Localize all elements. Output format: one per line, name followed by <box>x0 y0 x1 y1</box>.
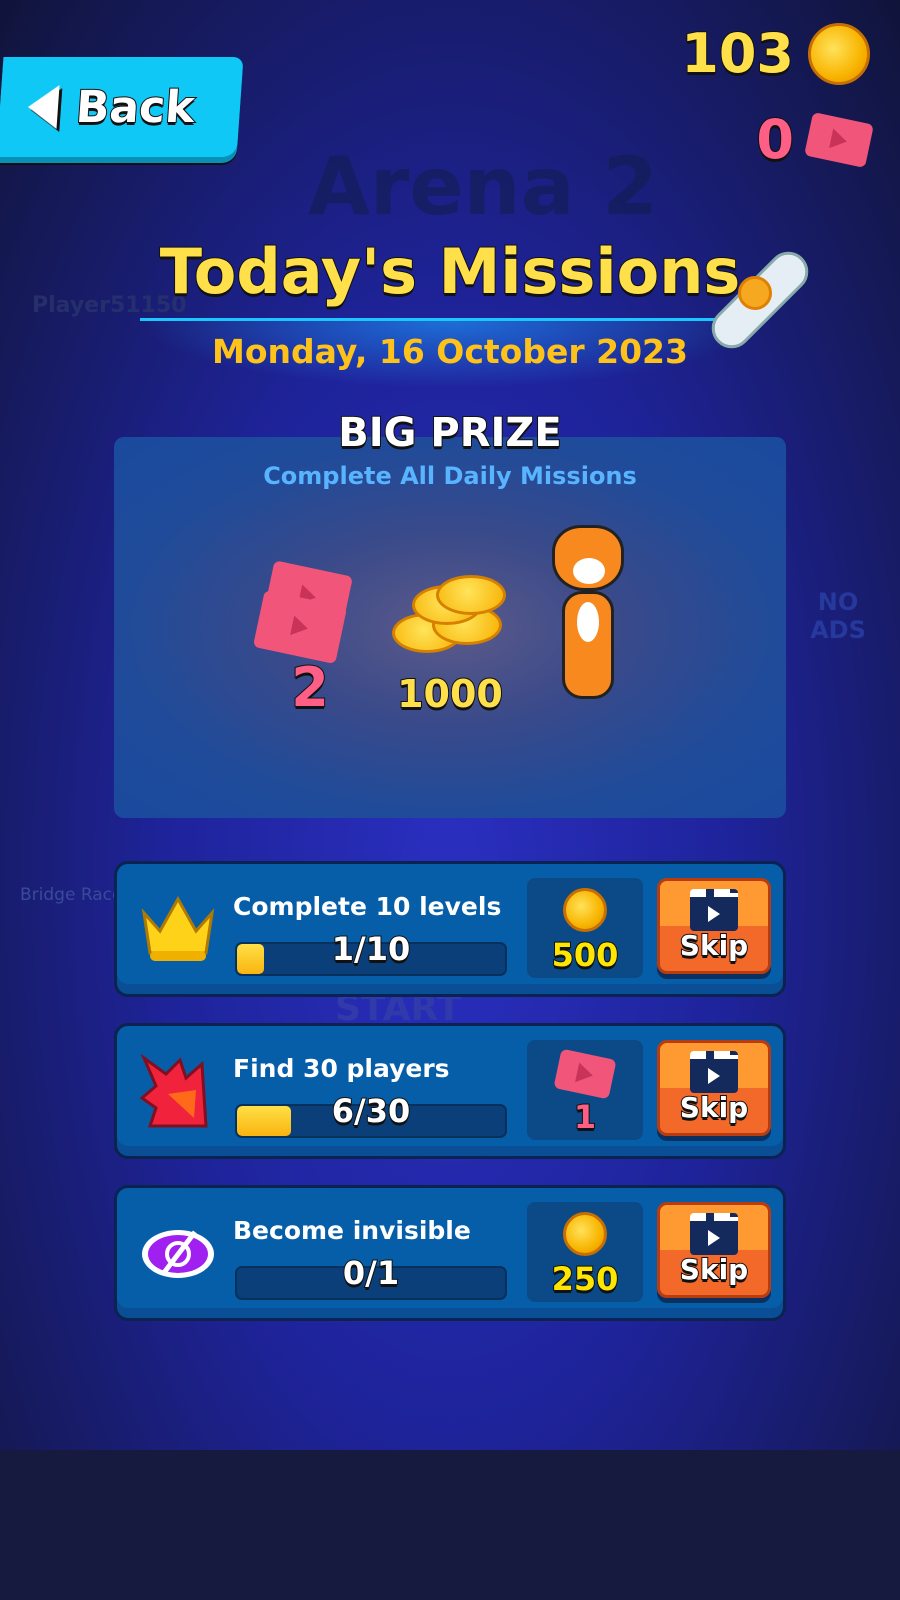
ticket-counter: 0 <box>755 107 874 172</box>
reward-amount: 500 <box>551 935 620 975</box>
background-footer <box>0 1450 900 1600</box>
coin-icon <box>563 1212 607 1256</box>
big-prize-subtitle: Complete All Daily Missions <box>263 462 637 490</box>
coin-count: 103 <box>680 21 795 86</box>
mission-row: Become invisible 0/1 250 Skip <box>114 1185 786 1321</box>
mission-progress: 0/1 <box>342 1253 400 1293</box>
burst-icon <box>139 1054 217 1130</box>
skip-button[interactable]: Skip <box>657 1040 771 1136</box>
mission-name: Find 30 players <box>233 1054 450 1083</box>
mission-progress: 6/30 <box>331 1091 411 1131</box>
big-prize-title: BIG PRIZE <box>337 409 562 457</box>
ticket-count: 0 <box>755 107 795 172</box>
coin-counter: 103 <box>680 21 870 86</box>
mission-name: Complete 10 levels <box>233 892 502 921</box>
bg-arena-title: Arena 2 <box>308 140 659 233</box>
mission-reward: 1 <box>527 1040 643 1140</box>
bg-mode-label: Bridge Race <box>20 885 123 905</box>
mission-row: Complete 10 levels 1/10 500 Skip <box>114 861 786 997</box>
coin-icon <box>808 22 870 85</box>
skip-button[interactable]: Skip <box>657 878 771 974</box>
coin-icon <box>563 888 607 932</box>
mission-name: Become invisible <box>233 1216 471 1245</box>
date-label: Monday, 16 October 2023 <box>212 332 688 371</box>
skip-label: Skip <box>679 1090 749 1125</box>
mission-reward: 500 <box>527 878 643 978</box>
prize-coins-icon <box>392 575 512 655</box>
skip-label: Skip <box>679 1252 749 1287</box>
skip-label: Skip <box>679 928 749 963</box>
clapperboard-icon <box>690 889 738 931</box>
eye-slash-icon <box>139 1216 217 1292</box>
mission-reward: 250 <box>527 1202 643 1302</box>
prize-coin-count: 1000 <box>396 671 504 717</box>
tiger-skin-icon <box>552 525 624 705</box>
back-label: Back <box>73 81 197 134</box>
mission-row: Find 30 players 6/30 1 Skip <box>114 1023 786 1159</box>
back-button[interactable]: Back <box>0 57 244 157</box>
back-arrow-icon <box>26 85 60 129</box>
bg-no-ads: NO ADS <box>810 588 866 644</box>
ticket-icon <box>804 111 874 168</box>
scroll-seal-icon <box>738 276 772 310</box>
ticket-icon <box>553 1048 617 1100</box>
prize-ticket-count: 2 <box>290 655 330 720</box>
skip-button[interactable]: Skip <box>657 1202 771 1298</box>
crown-icon <box>139 892 217 968</box>
reward-amount: 250 <box>551 1259 620 1299</box>
reward-amount: 1 <box>573 1097 597 1137</box>
clapperboard-icon <box>690 1213 738 1255</box>
clapperboard-icon <box>690 1051 738 1093</box>
mission-progress: 1/10 <box>331 929 411 969</box>
